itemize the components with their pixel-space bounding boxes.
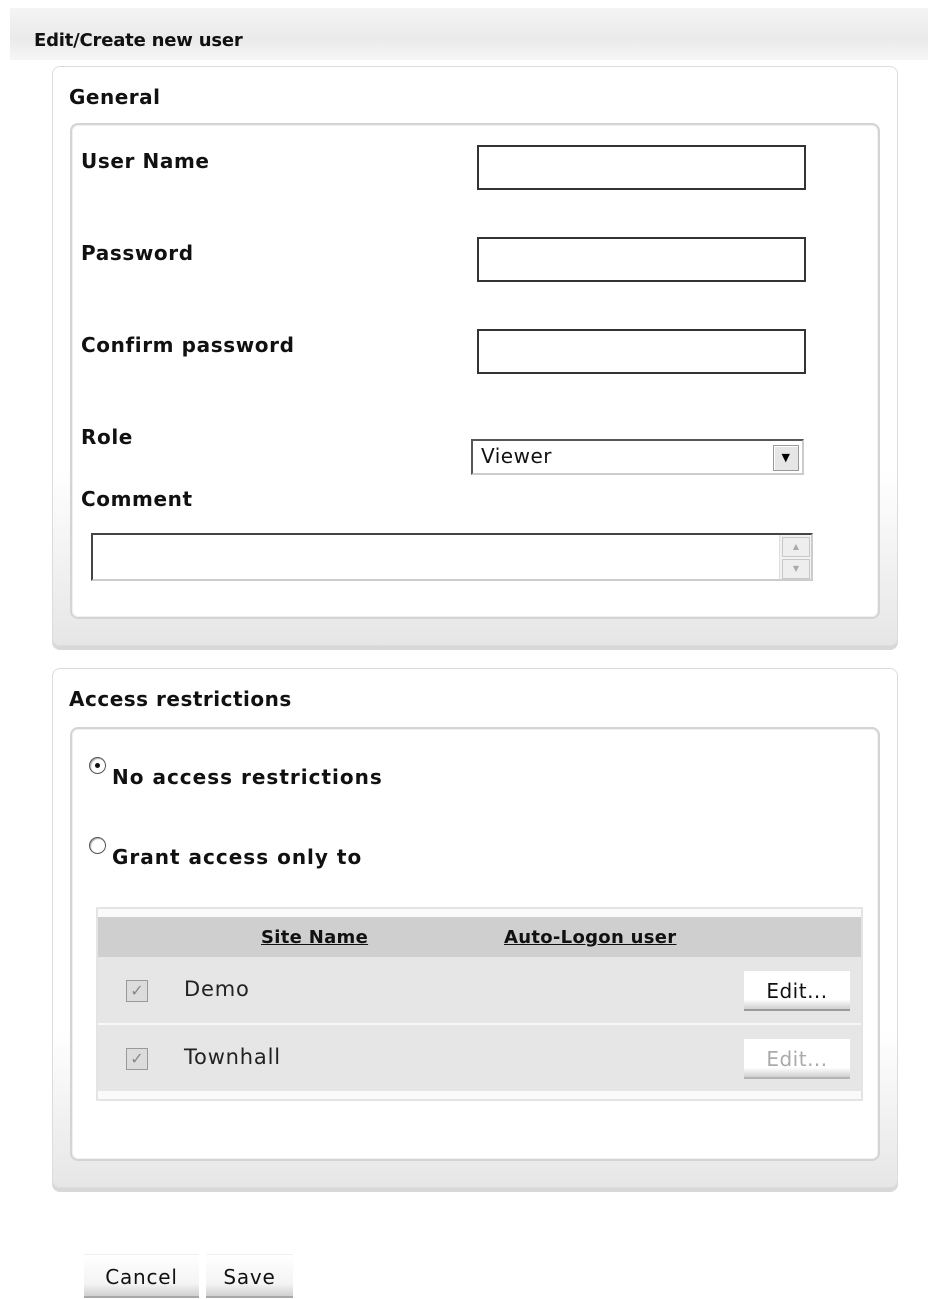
comment-scrollbar[interactable]: ▲ ▼: [779, 535, 811, 579]
user-name-input[interactable]: [477, 145, 806, 190]
grant-access-option[interactable]: Grant access only to: [89, 835, 362, 869]
chevron-down-icon[interactable]: ▼: [773, 445, 799, 471]
general-fields-box: User Name Password Confirm password Role…: [70, 123, 880, 619]
user-name-label: User Name: [81, 149, 210, 173]
no-restrictions-option[interactable]: No access restrictions: [89, 755, 383, 789]
password-label: Password: [81, 241, 194, 265]
role-label: Role: [81, 425, 133, 449]
table-header: Site Name Auto-Logon user: [98, 917, 861, 957]
general-section-title: General: [69, 85, 161, 109]
scroll-down-icon[interactable]: ▼: [782, 559, 810, 579]
column-header-site-name[interactable]: Site Name: [261, 927, 368, 948]
scroll-up-icon[interactable]: ▲: [782, 537, 810, 557]
comment-textarea[interactable]: ▲ ▼: [91, 533, 813, 581]
role-select[interactable]: Viewer ▼: [471, 439, 804, 475]
column-header-auto-logon-user[interactable]: Auto-Logon user: [504, 927, 676, 948]
general-panel: General User Name Password Confirm passw…: [52, 66, 898, 646]
grant-access-radio[interactable]: [89, 837, 106, 854]
site-checkbox[interactable]: ✓: [126, 980, 148, 1002]
edit-site-button[interactable]: Edit...: [744, 971, 850, 1011]
site-name-cell: Demo: [184, 977, 250, 1001]
checkmark-icon: ✓: [130, 1049, 144, 1068]
comment-label: Comment: [81, 487, 193, 511]
access-options-box: No access restrictions Grant access only…: [70, 727, 880, 1161]
site-table: Site Name Auto-Logon user ✓ Demo Edit...…: [96, 907, 863, 1101]
no-restrictions-radio[interactable]: [89, 757, 106, 774]
edit-site-button[interactable]: Edit...: [744, 1039, 850, 1079]
grant-access-label: Grant access only to: [112, 845, 363, 869]
access-section-title: Access restrictions: [69, 687, 292, 711]
cancel-button[interactable]: Cancel: [84, 1254, 199, 1298]
page-title: Edit/Create new user: [34, 30, 243, 51]
site-checkbox[interactable]: ✓: [126, 1048, 148, 1070]
access-panel: Access restrictions No access restrictio…: [52, 668, 898, 1188]
confirm-password-input[interactable]: [477, 329, 806, 374]
role-select-value: Viewer: [481, 444, 552, 468]
table-row: ✓ Townhall Edit...: [98, 1025, 861, 1091]
site-name-cell: Townhall: [184, 1045, 281, 1069]
table-row: ✓ Demo Edit...: [98, 957, 861, 1023]
save-button[interactable]: Save: [206, 1254, 293, 1298]
no-restrictions-label: No access restrictions: [112, 765, 383, 789]
checkmark-icon: ✓: [130, 981, 144, 1000]
confirm-password-label: Confirm password: [81, 333, 295, 357]
password-input[interactable]: [477, 237, 806, 282]
